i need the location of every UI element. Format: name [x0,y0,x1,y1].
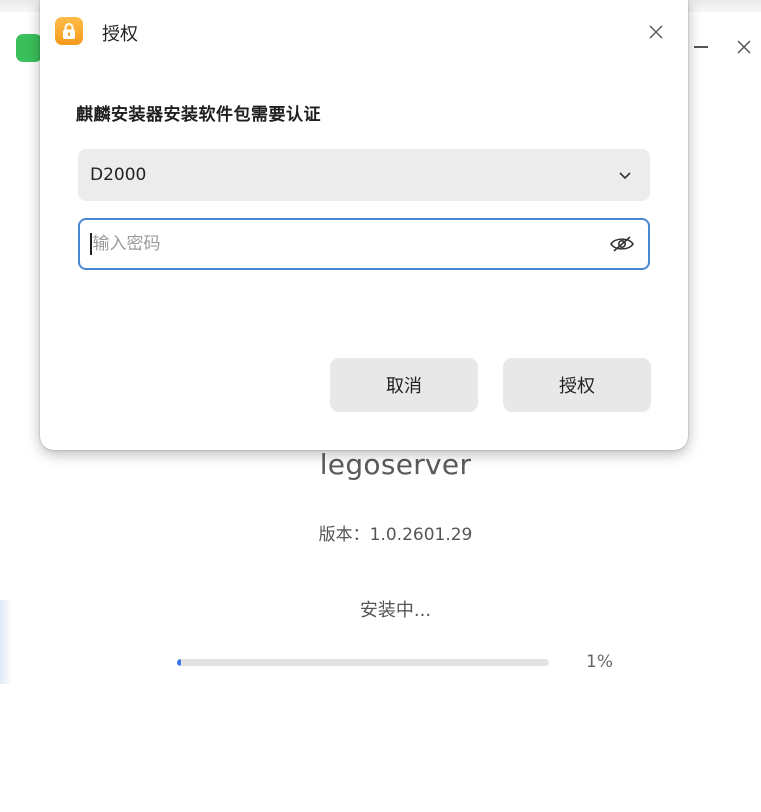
install-status: 安装中... [359,600,432,621]
window-minimize-button[interactable] [688,34,714,60]
password-input[interactable] [92,234,608,254]
version-label: 版本：1.0.2601.29 [318,525,473,545]
progress-percent: 1% [586,652,613,672]
authorize-button[interactable]: 授权 [503,358,651,412]
window-close-button[interactable] [731,34,757,60]
dialog-close-button[interactable] [644,20,668,44]
close-icon [649,25,663,39]
install-progress-fill [177,659,181,666]
minimize-icon [694,46,708,48]
auth-dialog: 授权 麒麟安装器安装软件包需要认证 D2000 取消 授权 [40,0,688,450]
user-select[interactable]: D2000 [78,149,650,201]
user-select-value: D2000 [90,165,147,185]
chevron-down-icon [618,171,632,180]
close-icon [737,40,751,54]
install-progress-bar [177,659,549,666]
auth-message: 麒麟安装器安装软件包需要认证 [76,105,321,125]
dialog-title: 授权 [102,24,138,45]
lock-icon [55,17,83,45]
app-icon [16,34,42,62]
eye-slash-icon[interactable] [608,233,636,255]
app-name: legoserver [319,448,472,481]
password-field[interactable] [78,218,650,270]
cancel-button[interactable]: 取消 [330,358,478,412]
text-caret [90,233,92,255]
